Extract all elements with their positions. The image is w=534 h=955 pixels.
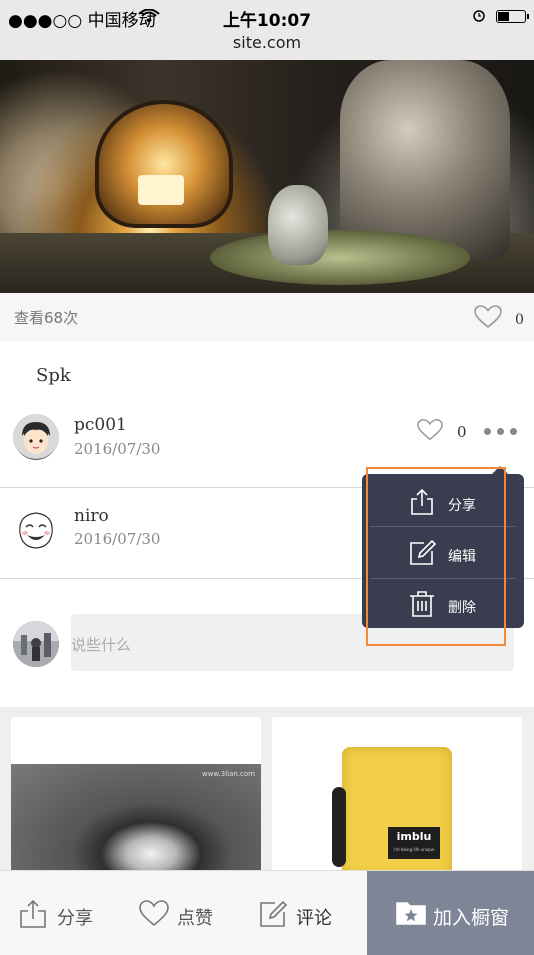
share-button[interactable]: 分享: [0, 871, 120, 955]
card-image: www.3lian.com: [11, 764, 261, 877]
status-bar: ●●●○○ 中国移动 上午10:07 site.com: [0, 0, 534, 60]
current-user-avatar: [13, 621, 59, 667]
menu-item-share[interactable]: 分享: [362, 478, 524, 528]
brand-label: imblu I'm being life unique: [388, 827, 440, 859]
post-image[interactable]: [0, 60, 534, 293]
share-label: 分享: [57, 908, 93, 929]
url-label[interactable]: site.com: [0, 33, 534, 52]
avatar[interactable]: [13, 507, 59, 553]
bottom-action-bar: 分享 点赞 评论 加入橱窗: [0, 870, 534, 955]
comment-date: 2016/07/30: [74, 530, 161, 548]
comment-author[interactable]: pc001: [74, 415, 127, 435]
add-label: 加入橱窗: [433, 907, 510, 929]
alarm-icon: [473, 10, 485, 22]
clock: 上午10:07: [222, 11, 312, 31]
like-label: 点赞: [177, 908, 213, 929]
recommendation-grid: www.3lian.com imblu I'm being life uniqu…: [0, 707, 534, 877]
comment-placeholder: 说些什么: [71, 636, 132, 654]
card-image: imblu I'm being life unique: [332, 747, 452, 877]
edit-icon: [410, 539, 436, 565]
edit-icon: [260, 900, 288, 927]
menu-item-label: 分享: [448, 498, 476, 514]
like-button[interactable]: 点赞: [125, 871, 240, 955]
menu-item-label: 编辑: [448, 549, 476, 565]
post-stats: 查看68次 0: [0, 293, 534, 341]
action-popup-menu: 分享 编辑 删除: [362, 466, 524, 630]
recommendation-card[interactable]: imblu I'm being life unique: [272, 717, 522, 877]
battery-icon: [496, 10, 529, 23]
watermark: www.3lian.com: [201, 770, 255, 778]
heart-icon[interactable]: [474, 305, 502, 329]
comment-button[interactable]: 评论: [245, 871, 365, 955]
comment-author[interactable]: niro: [74, 506, 109, 526]
menu-item-edit[interactable]: 编辑: [362, 529, 524, 579]
trash-icon: [410, 591, 434, 617]
menu-item-label: 删除: [448, 600, 476, 616]
post-caption: Spk: [36, 365, 71, 386]
menu-item-delete[interactable]: 删除: [362, 580, 524, 630]
recommendation-card[interactable]: www.3lian.com: [11, 717, 261, 877]
share-icon: [411, 488, 433, 515]
post-like-count: 0: [515, 312, 524, 328]
add-to-showcase-button[interactable]: 加入橱窗: [367, 871, 534, 955]
folder-star-icon: [396, 902, 426, 925]
share-icon: [20, 899, 46, 928]
comment-date: 2016/07/30: [74, 440, 161, 458]
comment-like-count: 0: [457, 423, 467, 441]
avatar[interactable]: [13, 414, 59, 460]
comment-heart-icon[interactable]: [417, 418, 443, 442]
view-count: 查看68次: [14, 309, 79, 327]
more-icon[interactable]: [484, 424, 524, 438]
heart-icon: [139, 900, 169, 927]
comment-label: 评论: [296, 908, 332, 929]
